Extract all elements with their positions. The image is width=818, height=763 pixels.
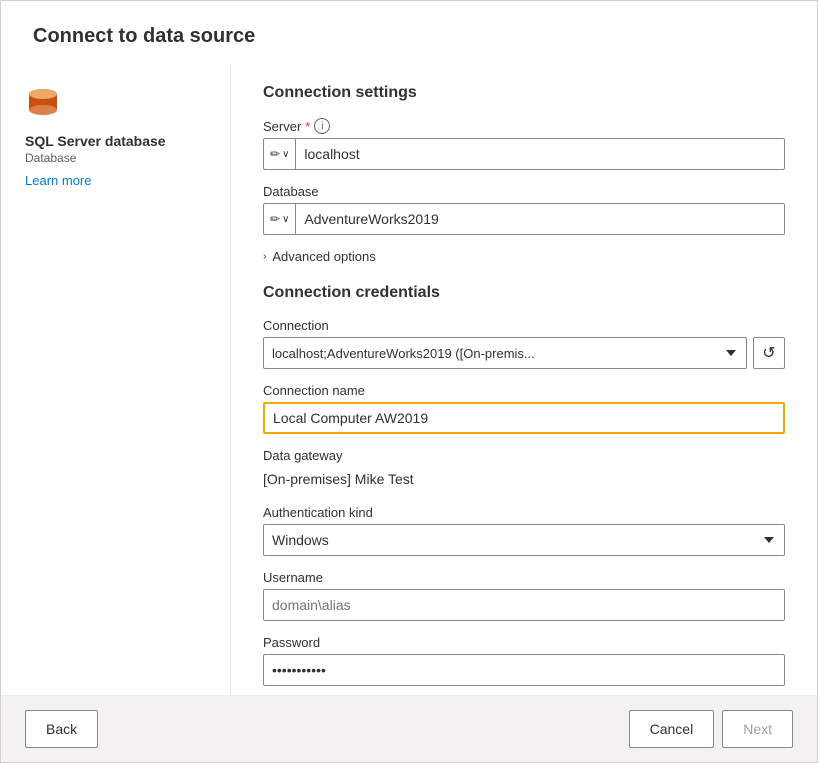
- password-field-group: Password: [263, 635, 785, 686]
- auth-kind-field-group: Authentication kind Windows Basic OAuth2: [263, 505, 785, 556]
- advanced-options-toggle[interactable]: › Advanced options: [263, 249, 785, 264]
- server-label: Server * i: [263, 118, 785, 134]
- dialog-footer: Back Cancel Next: [1, 695, 817, 762]
- database-label: Database: [263, 184, 785, 199]
- chevron-down-icon: ∨: [282, 149, 289, 160]
- database-edit-dropdown-btn[interactable]: ✏ ∨: [263, 203, 295, 235]
- connection-settings-title: Connection settings: [263, 84, 785, 102]
- pencil-icon: ✏: [270, 147, 280, 161]
- left-panel: SQL Server database Database Learn more: [1, 64, 231, 695]
- connection-select[interactable]: localhost;AdventureWorks2019 ([On-premis…: [263, 337, 747, 369]
- db-icon-wrapper: [25, 84, 61, 123]
- server-info-icon[interactable]: i: [314, 118, 330, 134]
- footer-right: Cancel Next: [629, 710, 793, 748]
- chevron-down-icon: ∨: [282, 214, 289, 225]
- auth-kind-select[interactable]: Windows Basic OAuth2: [263, 524, 785, 556]
- cancel-button[interactable]: Cancel: [629, 710, 715, 748]
- learn-more-link[interactable]: Learn more: [25, 173, 91, 188]
- username-input[interactable]: [263, 589, 785, 621]
- db-type-label: Database: [25, 151, 76, 165]
- server-field-group: Server * i ✏ ∨: [263, 118, 785, 170]
- username-field-group: Username: [263, 570, 785, 621]
- connection-refresh-btn[interactable]: ↺: [753, 337, 785, 369]
- database-field-group: Database ✏ ∨: [263, 184, 785, 235]
- connection-name-label: Connection name: [263, 383, 785, 398]
- database-input[interactable]: [295, 203, 785, 235]
- server-input[interactable]: [295, 138, 785, 170]
- pencil-icon: ✏: [270, 212, 280, 226]
- back-button[interactable]: Back: [25, 710, 98, 748]
- connection-name-input[interactable]: [263, 402, 785, 434]
- next-button[interactable]: Next: [722, 710, 793, 748]
- sql-server-icon: [25, 84, 61, 120]
- connection-field-group: Connection localhost;AdventureWorks2019 …: [263, 318, 785, 369]
- connection-credentials-title: Connection credentials: [263, 284, 785, 302]
- server-edit-dropdown-btn[interactable]: ✏ ∨: [263, 138, 295, 170]
- db-name-label: SQL Server database: [25, 133, 166, 149]
- chevron-right-icon: ›: [263, 251, 266, 262]
- username-label: Username: [263, 570, 785, 585]
- password-input[interactable]: [263, 654, 785, 686]
- data-gateway-value: [On-premises] Mike Test: [263, 467, 785, 491]
- data-gateway-label: Data gateway: [263, 448, 785, 463]
- footer-left: Back: [25, 710, 98, 748]
- connection-label: Connection: [263, 318, 785, 333]
- advanced-options-label: Advanced options: [272, 249, 375, 264]
- dialog-body: SQL Server database Database Learn more …: [1, 64, 817, 695]
- connection-name-field-group: Connection name: [263, 383, 785, 434]
- refresh-icon: ↺: [762, 343, 775, 363]
- auth-kind-label: Authentication kind: [263, 505, 785, 520]
- server-input-group: ✏ ∨: [263, 138, 785, 170]
- dialog-header: Connect to data source: [1, 1, 817, 64]
- required-star: *: [305, 119, 310, 134]
- password-label: Password: [263, 635, 785, 650]
- data-gateway-field-group: Data gateway [On-premises] Mike Test: [263, 448, 785, 491]
- database-input-group: ✏ ∨: [263, 203, 785, 235]
- connection-dropdown-container: localhost;AdventureWorks2019 ([On-premis…: [263, 337, 785, 369]
- right-panel: Connection settings Server * i ✏ ∨ Datab…: [231, 64, 817, 695]
- dialog-title: Connect to data source: [33, 25, 785, 48]
